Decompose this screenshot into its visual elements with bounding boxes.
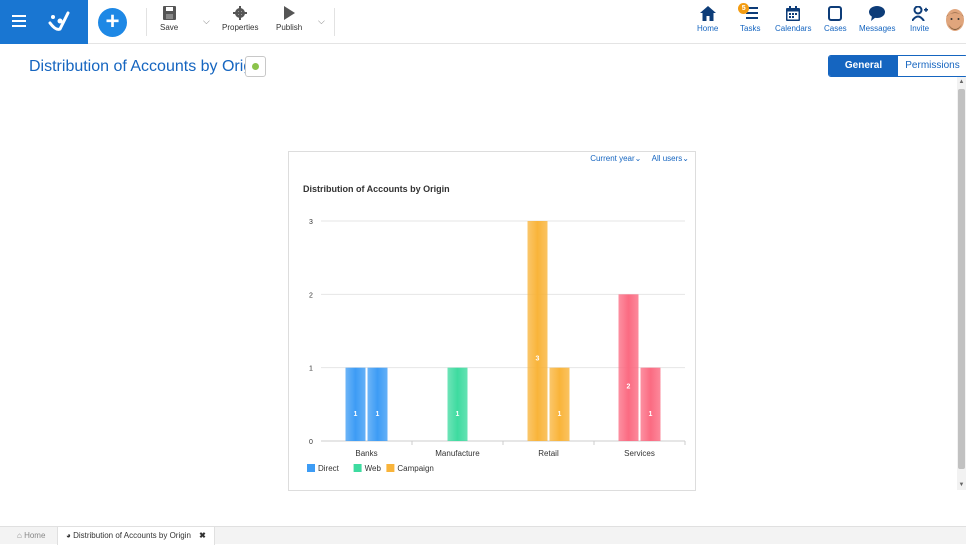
- add-button[interactable]: +: [98, 8, 127, 37]
- messages-button[interactable]: Messages: [859, 6, 895, 33]
- scrollbar-thumb[interactable]: [958, 89, 965, 469]
- save-button[interactable]: Save: [160, 6, 178, 32]
- chart-bar: [618, 294, 639, 441]
- properties-label: Properties: [222, 23, 259, 32]
- bar-data-label: 1: [649, 411, 653, 418]
- home-label: Home: [697, 24, 719, 33]
- legend-label: Web: [365, 464, 382, 473]
- chart-bar: [549, 367, 570, 441]
- toolbar-divider: [334, 8, 335, 36]
- x-tick-label: Retail: [538, 449, 559, 458]
- bottom-open-tab[interactable]: ◕ Distribution of Accounts by Origin ✖: [57, 527, 215, 545]
- legend-label: Direct: [318, 464, 340, 473]
- pie-chart-icon: ◕: [66, 531, 71, 540]
- chart-bar: [527, 221, 548, 441]
- status-indicator[interactable]: [245, 56, 266, 77]
- page-title: Distribution of Accounts by Origin: [29, 58, 265, 75]
- chart-bar: [367, 367, 388, 441]
- y-tick-label: 3: [309, 219, 313, 226]
- gear-icon: [233, 6, 248, 20]
- bottom-tab-bar: ⌂ Home ◕ Distribution of Accounts by Ori…: [0, 526, 966, 545]
- x-tick-label: Banks: [355, 449, 377, 458]
- bar-data-label: 1: [354, 411, 358, 418]
- bar-data-label: 1: [456, 411, 460, 418]
- y-tick-label: 2: [309, 292, 313, 299]
- publish-dropdown-icon[interactable]: ⌵: [318, 16, 325, 27]
- calendars-button[interactable]: Calendars: [775, 6, 811, 33]
- save-dropdown-icon[interactable]: ⌵: [203, 16, 210, 27]
- scroll-down-icon[interactable]: ▼: [957, 480, 966, 490]
- play-icon: [284, 6, 296, 20]
- y-tick-label: 0: [309, 439, 313, 446]
- user-avatar[interactable]: [943, 8, 966, 36]
- tab-general[interactable]: General: [829, 56, 898, 76]
- cases-icon: [828, 6, 843, 21]
- x-tick-label: Services: [624, 449, 655, 458]
- status-dot-icon: [252, 63, 259, 70]
- invite-button[interactable]: Invite: [910, 6, 929, 33]
- invite-label: Invite: [910, 24, 930, 33]
- cases-label: Cases: [824, 24, 847, 33]
- brand-area: [0, 0, 88, 44]
- publish-label: Publish: [276, 23, 303, 32]
- save-label: Save: [160, 23, 179, 32]
- bottom-home-label: Home: [24, 531, 46, 540]
- save-icon: [162, 6, 176, 20]
- close-tab-icon[interactable]: ✖: [199, 531, 206, 540]
- legend-swatch: [307, 464, 315, 472]
- bar-data-label: 1: [558, 411, 562, 418]
- properties-button[interactable]: Properties: [222, 6, 258, 32]
- cases-button[interactable]: Cases: [824, 6, 847, 33]
- legend-swatch: [353, 464, 362, 472]
- chart-bar: [447, 367, 468, 441]
- logo-icon[interactable]: [46, 9, 72, 33]
- legend-swatch: [386, 464, 395, 472]
- home-button[interactable]: Home: [697, 6, 718, 33]
- home-icon: [699, 6, 716, 21]
- tasks-button[interactable]: 5 Tasks: [738, 3, 761, 33]
- x-tick-label: Manufacture: [435, 449, 480, 458]
- y-tick-label: 1: [309, 366, 313, 373]
- menu-icon[interactable]: [12, 15, 26, 27]
- tab-permissions[interactable]: Permissions: [898, 56, 966, 76]
- bottom-home-tab[interactable]: ⌂ Home: [17, 531, 45, 540]
- legend-label: Campaign: [397, 464, 433, 473]
- bar-chart: 0 1 2 3 Banks 1 1 Manufacture 1 Retail 3 1 Services 2…: [307, 219, 686, 473]
- messages-label: Messages: [859, 24, 896, 33]
- bar-data-label: 1: [376, 411, 380, 418]
- vertical-scrollbar[interactable]: ▲ ▼: [957, 77, 966, 490]
- invite-user-icon: [911, 6, 928, 21]
- chart-bar: [345, 367, 366, 441]
- toolbar-divider: [146, 8, 147, 36]
- bar-data-label: 2: [627, 383, 631, 390]
- bar-data-label: 3: [536, 355, 540, 362]
- view-tabs: General Permissions: [828, 55, 966, 77]
- bottom-open-tab-label: Distribution of Accounts by Origin: [73, 531, 191, 540]
- chart-bar: [640, 367, 661, 441]
- calendars-label: Calendars: [775, 24, 812, 33]
- top-toolbar: + Save ⌵ Properties Publish ⌵ Home 5 Tas…: [0, 0, 966, 44]
- scroll-up-icon[interactable]: ▲: [957, 77, 966, 87]
- chart-panel: Current year⌄ All users⌄ Distribution of…: [288, 151, 696, 491]
- calendar-icon: [786, 6, 801, 21]
- message-icon: [869, 6, 886, 21]
- publish-button[interactable]: Publish: [276, 6, 302, 32]
- tasks-label: Tasks: [740, 24, 761, 33]
